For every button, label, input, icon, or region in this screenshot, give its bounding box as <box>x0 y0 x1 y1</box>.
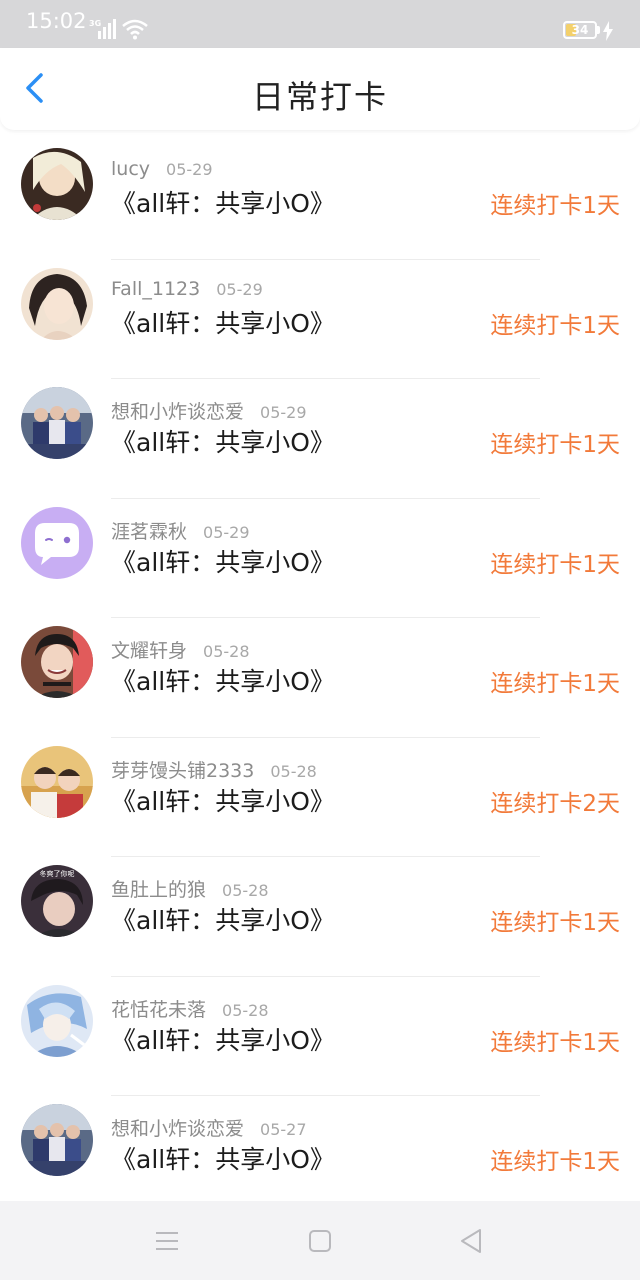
avatar[interactable] <box>21 148 93 220</box>
topic-title[interactable]: 《all轩：共享小O》 <box>111 543 335 579</box>
streak-label: 连续打卡1天 <box>490 1149 620 1175</box>
checkin-row[interactable]: 芽芽馒头铺2333 05-28 《all轩：共享小O》 连续打卡2天 <box>0 738 640 857</box>
username[interactable]: Fall_1123 <box>111 278 200 300</box>
meta-line: 鱼肚上的狼 05-28 <box>111 875 269 901</box>
meta-line: 想和小炸谈恋爱 05-27 <box>111 1114 307 1140</box>
topic-title[interactable]: 《all轩：共享小O》 <box>111 901 335 937</box>
page-title: 日常打卡 <box>251 78 388 116</box>
checkin-row[interactable]: Fall_1123 05-29 《all轩：共享小O》 连续打卡1天 <box>0 260 640 379</box>
meta-line: 文耀轩身 05-28 <box>111 636 250 662</box>
username[interactable]: 想和小炸谈恋爱 <box>111 401 244 423</box>
meta-line: 想和小炸谈恋爱 05-29 <box>111 397 307 423</box>
streak-label: 连续打卡1天 <box>490 312 620 339</box>
streak-label: 连续打卡1天 <box>490 671 620 697</box>
meta-line: 涯茗霖秋 05-29 <box>111 517 250 543</box>
username[interactable]: 想和小炸谈恋爱 <box>111 1118 244 1140</box>
checkin-row[interactable]: 冬爽了你呢 鱼肚上的狼 05-28 《all轩：共享小O》 连续打卡1天 <box>0 857 640 977</box>
topic-title[interactable]: 《all轩：共享小O》 <box>111 1021 335 1057</box>
username[interactable]: 鱼肚上的狼 <box>111 879 206 901</box>
meta-line: Fall_1123 05-29 <box>111 278 263 300</box>
checkin-row[interactable]: 想和小炸谈恋爱 05-29 《all轩：共享小O》 连续打卡1天 <box>0 379 640 499</box>
date: 05-28 <box>222 881 269 900</box>
charging-icon <box>603 21 613 41</box>
checkin-row[interactable]: lucy 05-29 《all轩：共享小O》 连续打卡1天 <box>0 140 640 260</box>
topic-title[interactable]: 《all轩：共享小O》 <box>111 423 335 459</box>
date: 05-28 <box>270 761 317 781</box>
status-time: 15:02 <box>26 9 87 33</box>
username[interactable]: 文耀轩身 <box>111 640 187 662</box>
menu-icon[interactable] <box>154 1229 180 1253</box>
meta-line: lucy 05-29 <box>111 158 213 180</box>
avatar[interactable] <box>21 626 93 698</box>
topic-title[interactable]: 《all轩：共享小O》 <box>111 184 335 220</box>
avatar[interactable] <box>21 984 93 1057</box>
screen: 15:02 3G 34 日常打卡 lucy 05-29 《all轩：共享小O》 … <box>0 0 640 1280</box>
checkin-row[interactable]: 涯茗霖秋 05-29 《all轩：共享小O》 连续打卡1天 <box>0 499 640 618</box>
date: 05-29 <box>260 403 307 422</box>
square-home-icon[interactable] <box>308 1229 332 1253</box>
header: 日常打卡 <box>0 48 640 130</box>
avatar[interactable] <box>21 745 93 818</box>
avatar[interactable] <box>21 506 93 579</box>
streak-label: 连续打卡1天 <box>490 1029 620 1056</box>
date: 05-29 <box>216 279 263 299</box>
streak-label: 连续打卡1天 <box>490 910 620 936</box>
checkin-row[interactable]: 文耀轩身 05-28 《all轩：共享小O》 连续打卡1天 <box>0 618 640 738</box>
streak-label: 连续打卡1天 <box>490 432 620 458</box>
topic-title[interactable]: 《all轩：共享小O》 <box>111 1140 335 1176</box>
avatar[interactable]: 冬爽了你呢 <box>21 865 93 937</box>
checkin-row[interactable]: 花恬花未落 05-28 《all轩：共享小O》 连续打卡1天 <box>0 977 640 1096</box>
streak-label: 连续打卡1天 <box>490 551 620 578</box>
avatar-caption: 冬爽了你呢 <box>40 869 75 878</box>
date: 05-28 <box>222 1000 269 1020</box>
streak-label: 连续打卡2天 <box>490 790 620 817</box>
system-nav-bar <box>0 1201 640 1280</box>
wifi-icon <box>122 19 148 40</box>
battery-level: 34 <box>571 23 589 37</box>
avatar[interactable] <box>21 267 93 340</box>
streak-label: 连续打卡1天 <box>490 193 620 219</box>
username[interactable]: 花恬花未落 <box>111 999 206 1021</box>
date: 05-28 <box>203 642 250 661</box>
checkin-row[interactable]: 想和小炸谈恋爱 05-27 《all轩：共享小O》 连续打卡1天 <box>0 1096 640 1216</box>
username[interactable]: lucy <box>111 158 150 180</box>
meta-line: 芽芽馒头铺2333 05-28 <box>111 756 317 782</box>
username[interactable]: 芽芽馒头铺2333 <box>111 760 254 782</box>
battery-tip <box>597 26 600 34</box>
meta-line: 花恬花未落 05-28 <box>111 995 269 1021</box>
date: 05-29 <box>203 522 250 542</box>
date: 05-29 <box>166 160 213 179</box>
topic-title[interactable]: 《all轩：共享小O》 <box>111 304 335 340</box>
username[interactable]: 涯茗霖秋 <box>111 521 187 543</box>
avatar[interactable] <box>21 1104 93 1176</box>
battery-icon: 34 <box>563 21 597 39</box>
status-bar: 15:02 3G 34 <box>0 0 640 48</box>
date: 05-27 <box>260 1120 307 1139</box>
triangle-back-icon[interactable] <box>458 1227 484 1255</box>
topic-title[interactable]: 《all轩：共享小O》 <box>111 662 335 698</box>
checkin-list: lucy 05-29 《all轩：共享小O》 连续打卡1天 Fall_1123 05… <box>0 140 640 1216</box>
topic-title[interactable]: 《all轩：共享小O》 <box>111 782 335 818</box>
network-type: 3G <box>89 19 102 28</box>
avatar[interactable] <box>21 387 93 459</box>
